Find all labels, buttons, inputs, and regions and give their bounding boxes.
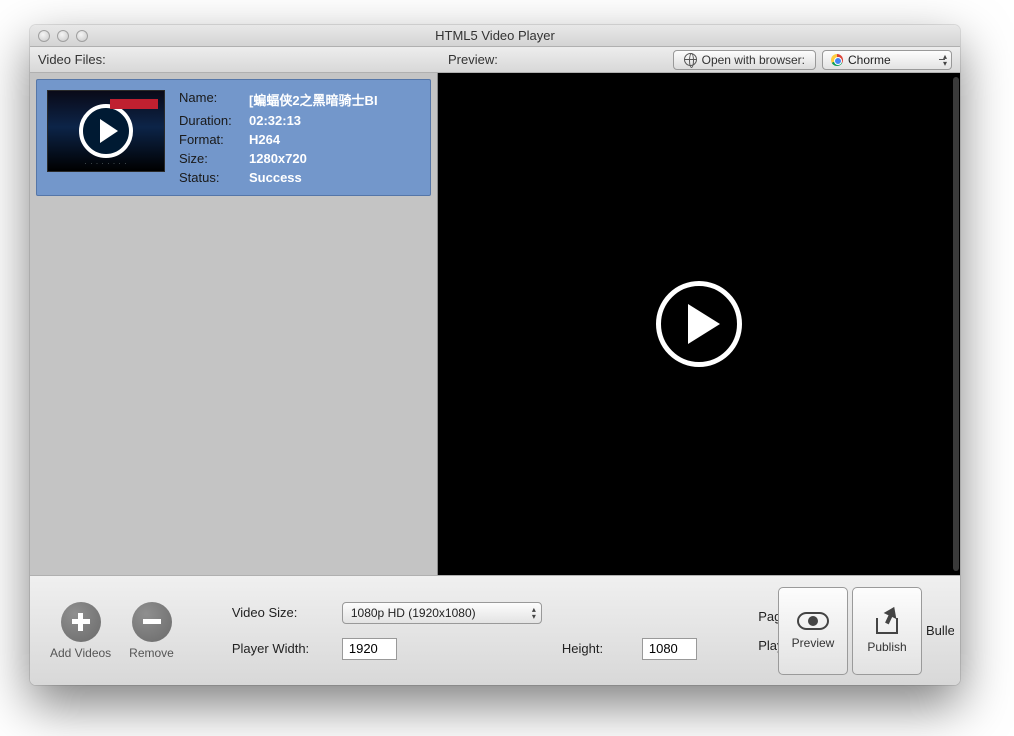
video-size-value: 1080p HD (1920x1080) xyxy=(351,606,476,620)
play-triangle-icon xyxy=(688,304,720,344)
minus-icon xyxy=(132,602,172,642)
chevron-updown-icon: ▴▾ xyxy=(532,606,536,620)
meta-status-label: Status: xyxy=(179,170,249,185)
meta-size-value: 1280x720 xyxy=(249,151,378,166)
chrome-icon xyxy=(831,54,843,66)
bullet-trail-text: Bullet xyxy=(926,623,954,638)
browser-select[interactable]: Chorme ▴▾ xyxy=(822,50,952,70)
meta-duration-value: 02:32:13 xyxy=(249,113,378,128)
eye-icon xyxy=(797,612,829,630)
meta-size-label: Size: xyxy=(179,151,249,166)
preview-scrollbar[interactable] xyxy=(953,77,959,571)
remove-button[interactable]: Remove xyxy=(129,602,174,660)
play-icon xyxy=(79,104,133,158)
video-size-select[interactable]: 1080p HD (1920x1080) ▴▾ xyxy=(342,602,542,624)
video-size-label: Video Size: xyxy=(232,605,332,620)
add-videos-button[interactable]: Add Videos xyxy=(50,602,111,660)
chevron-updown-icon: ▴▾ xyxy=(943,53,947,67)
preview-button[interactable]: Preview xyxy=(778,587,848,675)
preview-button-label: Preview xyxy=(792,636,835,650)
thumbnail-subtitle: · · · · · · · · xyxy=(48,161,164,167)
meta-duration-label: Duration: xyxy=(179,113,249,128)
traffic-lights xyxy=(30,30,88,42)
preview-label: Preview: xyxy=(448,52,548,67)
add-videos-label: Add Videos xyxy=(50,646,111,660)
meta-name-value: [蝙蝠侠2之黑暗骑士BI xyxy=(249,90,378,109)
globe-icon xyxy=(684,53,697,66)
video-list-item[interactable]: · · · · · · · · Name: [蝙蝠侠2之黑暗骑士BI Durat… xyxy=(36,79,431,196)
meta-status-value: Success xyxy=(249,170,378,185)
publish-button[interactable]: Publish xyxy=(852,587,922,675)
zoom-window-icon[interactable] xyxy=(76,30,88,42)
main-area: · · · · · · · · Name: [蝙蝠侠2之黑暗骑士BI Durat… xyxy=(30,73,960,575)
toolbar: Video Files: Preview: Open with browser:… xyxy=(30,47,960,73)
preview-pane xyxy=(438,73,960,575)
player-width-label: Player Width: xyxy=(232,641,332,656)
open-with-browser-button[interactable]: Open with browser: xyxy=(673,50,816,70)
video-thumbnail: · · · · · · · · xyxy=(47,90,165,172)
publish-icon xyxy=(874,608,900,634)
window-title: HTML5 Video Player xyxy=(30,28,960,43)
meta-name-label: Name: xyxy=(179,90,249,109)
open-with-browser-label: Open with browser: xyxy=(702,53,805,67)
publish-button-label: Publish xyxy=(867,640,906,654)
browser-select-value: Chorme xyxy=(848,53,891,67)
video-meta: Name: [蝙蝠侠2之黑暗骑士BI Duration: 02:32:13 Fo… xyxy=(179,90,378,185)
thumbnail-overlay xyxy=(110,99,158,109)
height-input[interactable] xyxy=(642,638,697,660)
meta-format-value: H264 xyxy=(249,132,378,147)
app-window: HTML5 Video Player Video Files: Preview:… xyxy=(30,25,960,685)
titlebar: HTML5 Video Player xyxy=(30,25,960,47)
bottom-bar: Add Videos Remove Video Size: 1080p HD (… xyxy=(30,575,960,685)
remove-label: Remove xyxy=(129,646,174,660)
video-files-label: Video Files: xyxy=(38,52,448,67)
preview-play-button[interactable] xyxy=(656,281,742,367)
plus-icon xyxy=(61,602,101,642)
meta-format-label: Format: xyxy=(179,132,249,147)
right-actions: Page Theme: Player Skin: Preview Publish… xyxy=(758,584,954,677)
height-label: Height: xyxy=(562,641,632,656)
video-list[interactable]: · · · · · · · · Name: [蝙蝠侠2之黑暗骑士BI Durat… xyxy=(30,73,438,575)
player-width-input[interactable] xyxy=(342,638,397,660)
close-window-icon[interactable] xyxy=(38,30,50,42)
minimize-window-icon[interactable] xyxy=(57,30,69,42)
